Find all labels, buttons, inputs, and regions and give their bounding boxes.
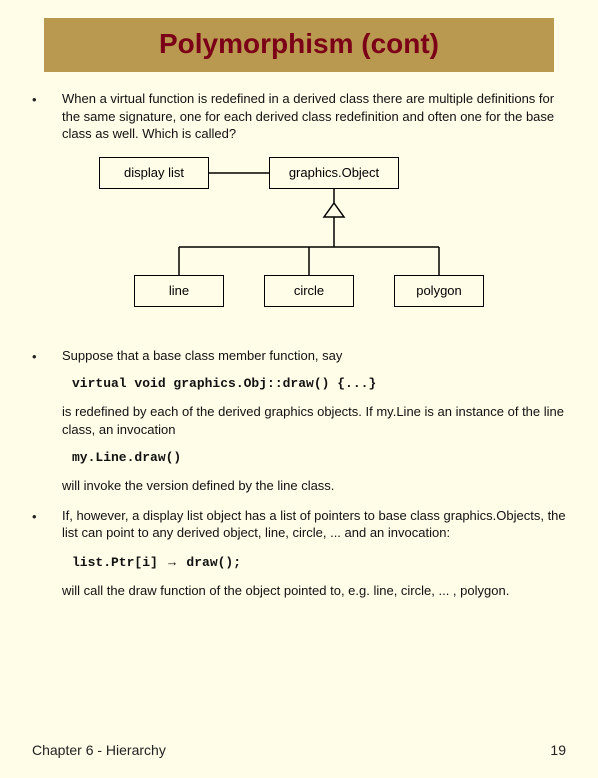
diagram-box-line: line: [134, 275, 224, 307]
class-diagram: display list graphics.Object line circle…: [69, 157, 529, 327]
diagram-box-circle: circle: [264, 275, 354, 307]
code-snippet: list.Ptr[i] → draw();: [72, 554, 566, 570]
body-text: will call the draw function of the objec…: [62, 582, 566, 600]
chapter-label: Chapter 6 - Hierarchy: [32, 742, 166, 758]
bullet-marker: •: [32, 90, 62, 143]
page-number: 19: [550, 742, 566, 758]
diagram-box-polygon: polygon: [394, 275, 484, 307]
bullet-text: Suppose that a base class member functio…: [62, 347, 566, 365]
code-part: list.Ptr[i]: [72, 555, 166, 570]
code-snippet: my.Line.draw(): [72, 450, 566, 465]
bullet-text: When a virtual function is redefined in …: [62, 90, 566, 143]
code-part: draw();: [179, 555, 241, 570]
slide-title: Polymorphism (cont): [44, 18, 554, 72]
code-snippet: virtual void graphics.Obj::draw() {...}: [72, 376, 566, 391]
bullet-marker: •: [32, 347, 62, 365]
bullet-item: • If, however, a display list object has…: [32, 507, 566, 542]
diagram-box-display-list: display list: [99, 157, 209, 189]
bullet-item: • Suppose that a base class member funct…: [32, 347, 566, 365]
diagram-box-graphics-object: graphics.Object: [269, 157, 399, 189]
body-text: will invoke the version defined by the l…: [62, 477, 566, 495]
slide-footer: Chapter 6 - Hierarchy 19: [32, 742, 566, 758]
bullet-marker: •: [32, 507, 62, 542]
body-text: is redefined by each of the derived grap…: [62, 403, 566, 438]
slide: Polymorphism (cont) • When a virtual fun…: [0, 0, 598, 778]
arrow-icon: →: [166, 554, 179, 569]
bullet-item: • When a virtual function is redefined i…: [32, 90, 566, 143]
bullet-text: If, however, a display list object has a…: [62, 507, 566, 542]
